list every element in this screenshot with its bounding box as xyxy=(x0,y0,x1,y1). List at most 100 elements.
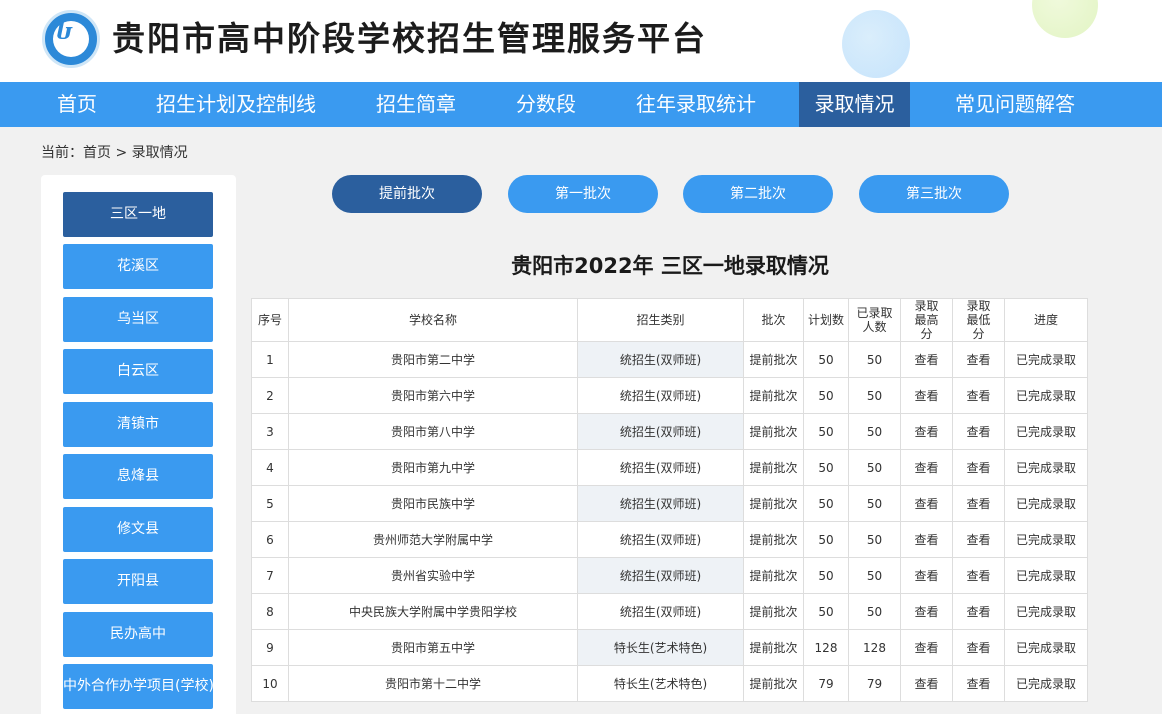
sidebar-item-private-high[interactable]: 民办高中 xyxy=(63,612,213,657)
plan-count: 128 xyxy=(803,629,849,666)
column-header: 进度 xyxy=(1004,298,1088,342)
table-header-row: 序号 学校名称 招生类别 批次 计划数 已录取人数 录取最高分 录取最低分 进度 xyxy=(251,298,1088,342)
batch-cell: 提前批次 xyxy=(743,629,804,666)
row-number: 3 xyxy=(251,413,289,450)
min-score-link[interactable]: 查看 xyxy=(952,629,1005,666)
school-name: 贵州省实验中学 xyxy=(288,557,578,594)
school-name: 贵阳市第十二中学 xyxy=(288,665,578,702)
circular-emblem-logo-icon[interactable]: Ⴑ xyxy=(42,10,100,68)
plan-count: 50 xyxy=(803,521,849,558)
batch-tab-first[interactable]: 第一批次 xyxy=(508,175,658,213)
table-row: 10 贵阳市第十二中学 特长生(艺术特色) 提前批次 79 79 查看 查看 已… xyxy=(251,665,1088,702)
school-name: 贵阳市第五中学 xyxy=(288,629,578,666)
sidebar-item-huaxi[interactable]: 花溪区 xyxy=(63,244,213,289)
sidebar-item-xiuwen[interactable]: 修文县 xyxy=(63,507,213,552)
nav-item-admission-brochure[interactable]: 招生简章 xyxy=(360,82,472,127)
batch-cell: 提前批次 xyxy=(743,413,804,450)
nav-item-home[interactable]: 首页 xyxy=(40,82,114,127)
table-row: 9 贵阳市第五中学 特长生(艺术特色) 提前批次 128 128 查看 查看 已… xyxy=(251,629,1088,666)
row-number: 10 xyxy=(251,665,289,702)
school-name: 贵阳市第二中学 xyxy=(288,341,578,378)
max-score-link[interactable]: 查看 xyxy=(900,665,953,702)
enrollment-category: 统招生(双师班) xyxy=(577,377,744,414)
admitted-count: 50 xyxy=(848,485,901,522)
min-score-link[interactable]: 查看 xyxy=(952,341,1005,378)
plan-count: 50 xyxy=(803,341,849,378)
batch-tab-early[interactable]: 提前批次 xyxy=(332,175,482,213)
column-header: 录取最低分 xyxy=(952,298,1005,342)
max-score-link[interactable]: 查看 xyxy=(900,341,953,378)
min-score-link[interactable]: 查看 xyxy=(952,485,1005,522)
progress-status: 已完成录取 xyxy=(1004,629,1088,666)
progress-status: 已完成录取 xyxy=(1004,449,1088,486)
sidebar-item-baiyun[interactable]: 白云区 xyxy=(63,349,213,394)
min-score-link[interactable]: 查看 xyxy=(952,377,1005,414)
school-name: 贵阳市第六中学 xyxy=(288,377,578,414)
column-header: 录取最高分 xyxy=(900,298,953,342)
min-score-link[interactable]: 查看 xyxy=(952,521,1005,558)
batch-cell: 提前批次 xyxy=(743,341,804,378)
batch-cell: 提前批次 xyxy=(743,449,804,486)
max-score-link[interactable]: 查看 xyxy=(900,557,953,594)
nav-item-past-statistics[interactable]: 往年录取统计 xyxy=(620,82,772,127)
site-title: 贵阳市高中阶段学校招生管理服务平台 xyxy=(112,19,707,58)
min-score-link[interactable]: 查看 xyxy=(952,413,1005,450)
enrollment-category: 统招生(双师班) xyxy=(577,593,744,630)
column-header: 序号 xyxy=(251,298,289,342)
row-number: 5 xyxy=(251,485,289,522)
batch-cell: 提前批次 xyxy=(743,485,804,522)
progress-status: 已完成录取 xyxy=(1004,521,1088,558)
enrollment-category: 统招生(双师班) xyxy=(577,413,744,450)
max-score-link[interactable]: 查看 xyxy=(900,413,953,450)
column-header: 学校名称 xyxy=(288,298,578,342)
enrollment-category: 统招生(双师班) xyxy=(577,341,744,378)
nav-item-score-ranges[interactable]: 分数段 xyxy=(500,82,592,127)
enrollment-category: 特长生(艺术特色) xyxy=(577,629,744,666)
decorative-bubble xyxy=(1032,0,1098,38)
school-name: 贵州师范大学附属中学 xyxy=(288,521,578,558)
table-row: 1 贵阳市第二中学 统招生(双师班) 提前批次 50 50 查看 查看 已完成录… xyxy=(251,341,1088,378)
plan-count: 50 xyxy=(803,449,849,486)
batch-tab-second[interactable]: 第二批次 xyxy=(683,175,833,213)
nav-item-enrollment-plan[interactable]: 招生计划及控制线 xyxy=(142,82,330,127)
max-score-link[interactable]: 查看 xyxy=(900,593,953,630)
sidebar-item-wudang[interactable]: 乌当区 xyxy=(63,297,213,342)
batch-cell: 提前批次 xyxy=(743,521,804,558)
admitted-count: 50 xyxy=(848,449,901,486)
min-score-link[interactable]: 查看 xyxy=(952,449,1005,486)
enrollment-category: 统招生(双师班) xyxy=(577,485,744,522)
logo-mark: Ⴑ xyxy=(56,19,74,45)
max-score-link[interactable]: 查看 xyxy=(900,521,953,558)
row-number: 1 xyxy=(251,341,289,378)
progress-status: 已完成录取 xyxy=(1004,593,1088,630)
sidebar-item-xifeng[interactable]: 息烽县 xyxy=(63,454,213,499)
plan-count: 50 xyxy=(803,593,849,630)
sidebar-item-qingzhen[interactable]: 清镇市 xyxy=(63,402,213,447)
batch-tab-third[interactable]: 第三批次 xyxy=(859,175,1009,213)
school-name: 贵阳市第八中学 xyxy=(288,413,578,450)
breadcrumb: 当前：首页 > 录取情况 xyxy=(41,145,188,161)
sidebar-item-joint-program[interactable]: 中外合作办学项目(学校) xyxy=(63,664,214,709)
sidebar-item-kaiyang[interactable]: 开阳县 xyxy=(63,559,213,604)
table-title: 贵阳市2022年 三区一地录取情况 xyxy=(511,254,829,278)
max-score-link[interactable]: 查看 xyxy=(900,629,953,666)
progress-status: 已完成录取 xyxy=(1004,665,1088,702)
max-score-link[interactable]: 查看 xyxy=(900,377,953,414)
min-score-link[interactable]: 查看 xyxy=(952,593,1005,630)
min-score-link[interactable]: 查看 xyxy=(952,665,1005,702)
nav-item-faq[interactable]: 常见问题解答 xyxy=(940,82,1090,127)
table-row: 7 贵州省实验中学 统招生(双师班) 提前批次 50 50 查看 查看 已完成录… xyxy=(251,557,1088,594)
main-nav: 首页 招生计划及控制线 招生简章 分数段 往年录取统计 录取情况 常见问题解答 xyxy=(0,82,1162,127)
min-score-link[interactable]: 查看 xyxy=(952,557,1005,594)
progress-status: 已完成录取 xyxy=(1004,557,1088,594)
progress-status: 已完成录取 xyxy=(1004,413,1088,450)
table-row: 6 贵州师范大学附属中学 统招生(双师班) 提前批次 50 50 查看 查看 已… xyxy=(251,521,1088,558)
max-score-link[interactable]: 查看 xyxy=(900,485,953,522)
nav-item-admission-status[interactable]: 录取情况 xyxy=(799,82,910,127)
table-row: 8 中央民族大学附属中学贵阳学校 统招生(双师班) 提前批次 50 50 查看 … xyxy=(251,593,1088,630)
admitted-count: 50 xyxy=(848,521,901,558)
plan-count: 50 xyxy=(803,485,849,522)
max-score-link[interactable]: 查看 xyxy=(900,449,953,486)
school-name: 贵阳市第九中学 xyxy=(288,449,578,486)
sidebar-item-sanqu-yidi[interactable]: 三区一地 xyxy=(63,192,213,237)
